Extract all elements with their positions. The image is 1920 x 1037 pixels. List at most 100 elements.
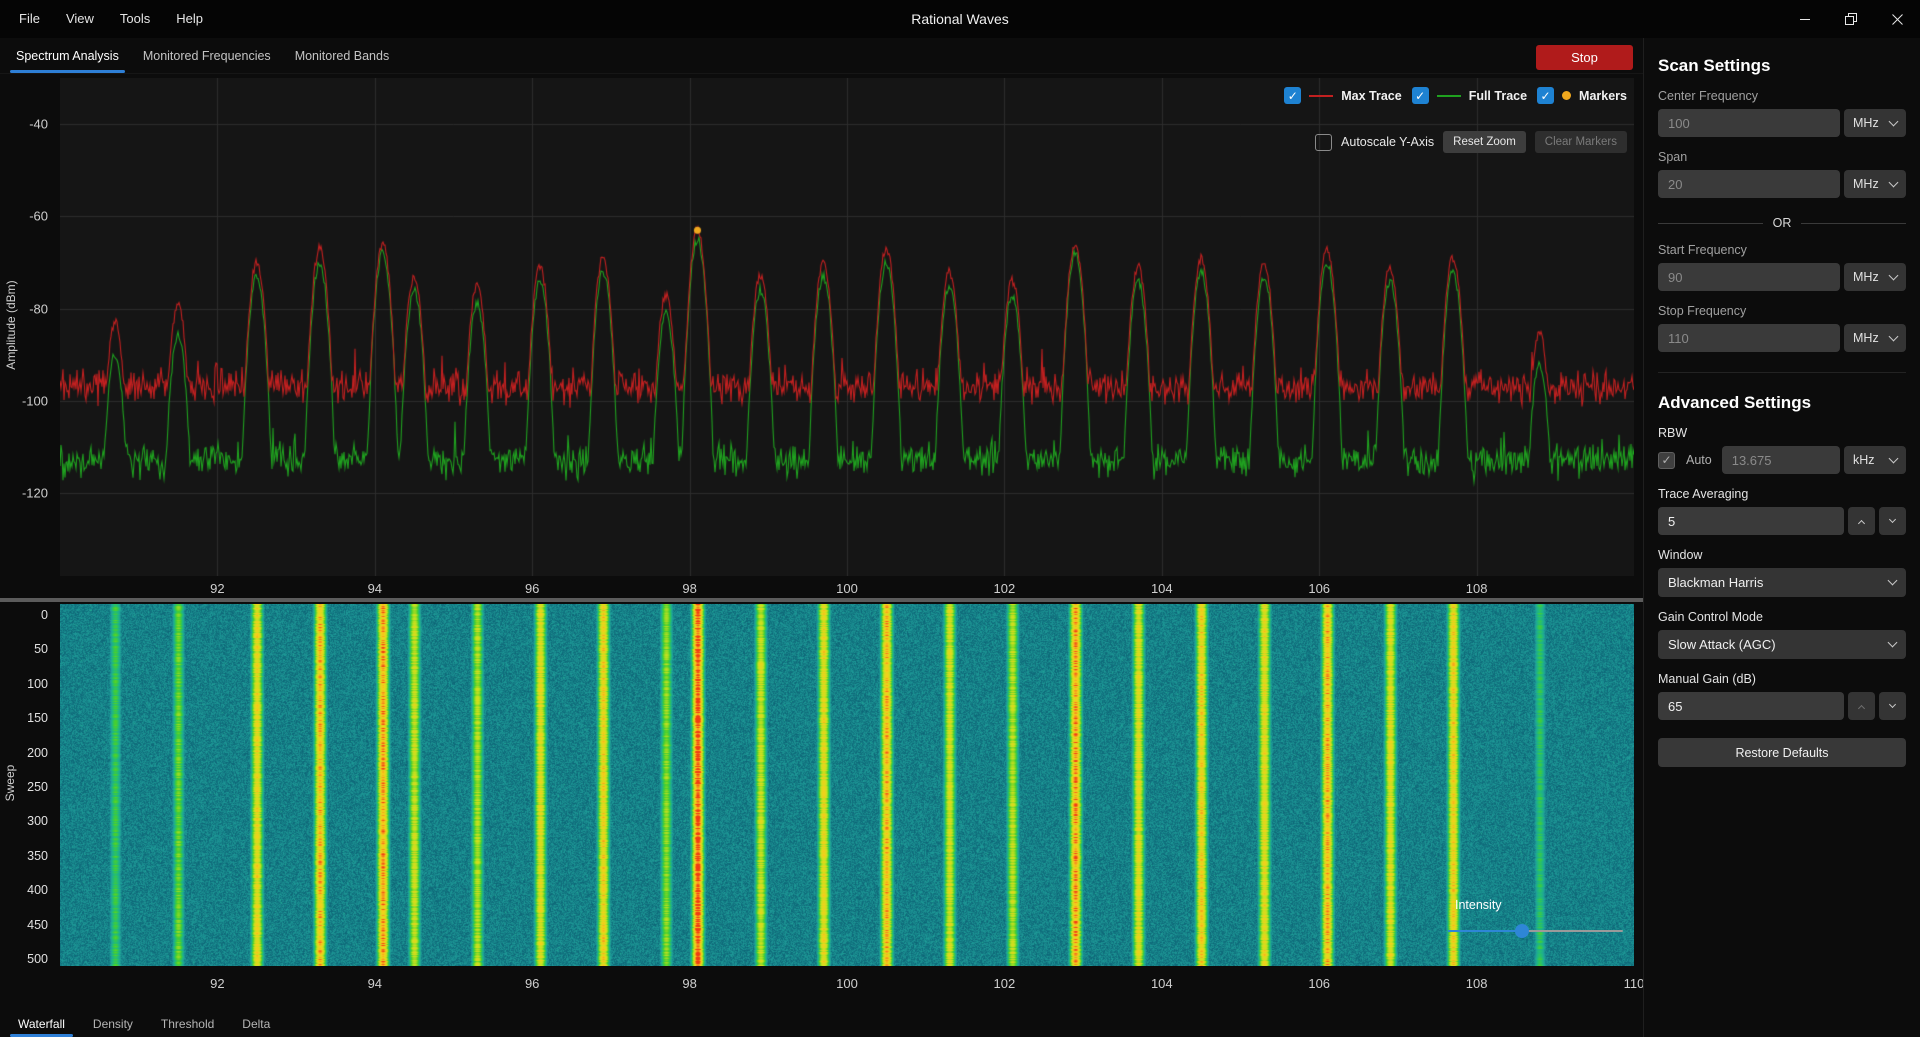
- tab-monitored-frequencies[interactable]: Monitored Frequencies: [131, 38, 283, 73]
- window-value: Blackman Harris: [1668, 575, 1763, 590]
- span-label: Span: [1658, 150, 1906, 164]
- trace-averaging-field: 5: [1658, 507, 1906, 535]
- full-trace-color-sample: [1437, 95, 1461, 97]
- intensity-slider[interactable]: [1448, 924, 1623, 938]
- unit-label: MHz: [1853, 331, 1879, 345]
- rbw-auto-checkbox[interactable]: ✓: [1658, 452, 1675, 469]
- tick-label: -120: [22, 486, 48, 501]
- tick-label: -60: [29, 209, 48, 224]
- rbw-field: ✓ Auto 13.675 kHz: [1658, 446, 1906, 474]
- tick-label: 150: [27, 711, 48, 725]
- max-trace-label: Max Trace: [1341, 89, 1401, 103]
- tick-label: 200: [27, 746, 48, 760]
- window-select[interactable]: Blackman Harris: [1658, 568, 1906, 597]
- or-label: OR: [1773, 216, 1792, 230]
- slider-fill: [1448, 930, 1522, 932]
- start-frequency-label: Start Frequency: [1658, 243, 1906, 257]
- tick-label: 102: [994, 976, 1016, 991]
- stop-frequency-label: Stop Frequency: [1658, 304, 1906, 318]
- main-content: Spectrum Analysis Monitored Frequencies …: [0, 38, 1643, 1037]
- tab-spectrum-analysis[interactable]: Spectrum Analysis: [4, 38, 131, 73]
- titlebar: File View Tools Help Rational Waves: [0, 0, 1920, 38]
- manual-gain-increment-button[interactable]: [1848, 692, 1875, 720]
- trace-averaging-input[interactable]: 5: [1658, 507, 1844, 535]
- manual-gain-input[interactable]: 65: [1658, 692, 1844, 720]
- tick-label: 110: [1624, 976, 1645, 991]
- menu-file[interactable]: File: [6, 0, 53, 38]
- center-frequency-unit-select[interactable]: MHz: [1844, 109, 1906, 137]
- minimize-button[interactable]: [1782, 0, 1828, 38]
- unit-label: MHz: [1853, 177, 1879, 191]
- span-input[interactable]: 20: [1658, 170, 1840, 198]
- tab-waterfall[interactable]: Waterfall: [4, 1010, 79, 1037]
- tab-density[interactable]: Density: [79, 1010, 147, 1037]
- tab-threshold[interactable]: Threshold: [147, 1010, 228, 1037]
- chevron-down-icon: [1888, 638, 1898, 648]
- unit-label: MHz: [1853, 116, 1879, 130]
- tick-label: 104: [1151, 976, 1173, 991]
- center-frequency-input[interactable]: 100: [1658, 109, 1840, 137]
- menu-tools[interactable]: Tools: [107, 0, 163, 38]
- restore-defaults-button[interactable]: Restore Defaults: [1658, 738, 1906, 767]
- tick-label: 350: [27, 849, 48, 863]
- menu-help[interactable]: Help: [163, 0, 216, 38]
- close-button[interactable]: [1874, 0, 1920, 38]
- window-label: Window: [1658, 548, 1906, 562]
- rbw-unit-select[interactable]: kHz: [1844, 446, 1906, 474]
- tab-delta[interactable]: Delta: [228, 1010, 284, 1037]
- tick-label: 106: [1308, 581, 1330, 596]
- stop-frequency-input[interactable]: 110: [1658, 324, 1840, 352]
- manual-gain-label: Manual Gain (dB): [1658, 672, 1906, 686]
- unit-label: MHz: [1853, 270, 1879, 284]
- chevron-up-icon: [1858, 519, 1865, 526]
- tick-label: 108: [1466, 976, 1488, 991]
- start-frequency-input[interactable]: 90: [1658, 263, 1840, 291]
- close-icon: [1892, 14, 1903, 25]
- stop-button[interactable]: Stop: [1536, 45, 1633, 70]
- waterfall-plot-canvas[interactable]: [60, 604, 1634, 966]
- menu-view[interactable]: View: [53, 0, 107, 38]
- chevron-down-icon: [1889, 177, 1899, 187]
- gain-control-mode-select[interactable]: Slow Attack (AGC): [1658, 630, 1906, 659]
- waterfall-y-tick-labels: 050100150200250300350400450500: [0, 604, 48, 966]
- autoscale-checkbox[interactable]: [1315, 134, 1332, 151]
- tick-label: 450: [27, 918, 48, 932]
- tick-label: -100: [22, 393, 48, 408]
- start-frequency-unit-select[interactable]: MHz: [1844, 263, 1906, 291]
- chevron-down-icon: [1889, 515, 1896, 522]
- stop-frequency-unit-select[interactable]: MHz: [1844, 324, 1906, 352]
- clear-markers-button[interactable]: Clear Markers: [1535, 131, 1627, 153]
- tab-label: Delta: [242, 1017, 270, 1031]
- trace-averaging-decrement-button[interactable]: [1879, 507, 1906, 535]
- chevron-down-icon: [1889, 331, 1899, 341]
- trace-averaging-increment-button[interactable]: [1848, 507, 1875, 535]
- tab-label: Waterfall: [18, 1017, 65, 1031]
- slider-thumb[interactable]: [1515, 924, 1529, 938]
- center-frequency-field: 100 MHz: [1658, 109, 1906, 137]
- span-unit-select[interactable]: MHz: [1844, 170, 1906, 198]
- rbw-input[interactable]: 13.675: [1722, 446, 1840, 474]
- menubar: File View Tools Help: [0, 0, 216, 38]
- marker-color-sample: [1562, 91, 1571, 100]
- chevron-down-icon: [1888, 576, 1898, 586]
- check-icon: ✓: [1661, 454, 1671, 466]
- reset-zoom-button[interactable]: Reset Zoom: [1443, 131, 1526, 153]
- markers-checkbox[interactable]: ✓: [1537, 87, 1554, 104]
- tick-label: 0: [41, 608, 48, 622]
- restore-button[interactable]: [1828, 0, 1874, 38]
- splitter-handle[interactable]: [0, 598, 1643, 602]
- tick-label: 98: [682, 581, 696, 596]
- tick-label: -40: [29, 117, 48, 132]
- unit-label: kHz: [1853, 453, 1875, 467]
- advanced-settings-title: Advanced Settings: [1658, 393, 1906, 413]
- legend-max-trace: ✓ Max Trace: [1284, 87, 1401, 104]
- full-trace-checkbox[interactable]: ✓: [1412, 87, 1429, 104]
- tick-label: 100: [836, 976, 858, 991]
- manual-gain-decrement-button[interactable]: [1879, 692, 1906, 720]
- restore-icon: [1845, 13, 1857, 25]
- max-trace-checkbox[interactable]: ✓: [1284, 87, 1301, 104]
- tick-label: 300: [27, 814, 48, 828]
- manual-gain-field: 65: [1658, 692, 1906, 720]
- full-trace-label: Full Trace: [1469, 89, 1527, 103]
- tab-monitored-bands[interactable]: Monitored Bands: [283, 38, 402, 73]
